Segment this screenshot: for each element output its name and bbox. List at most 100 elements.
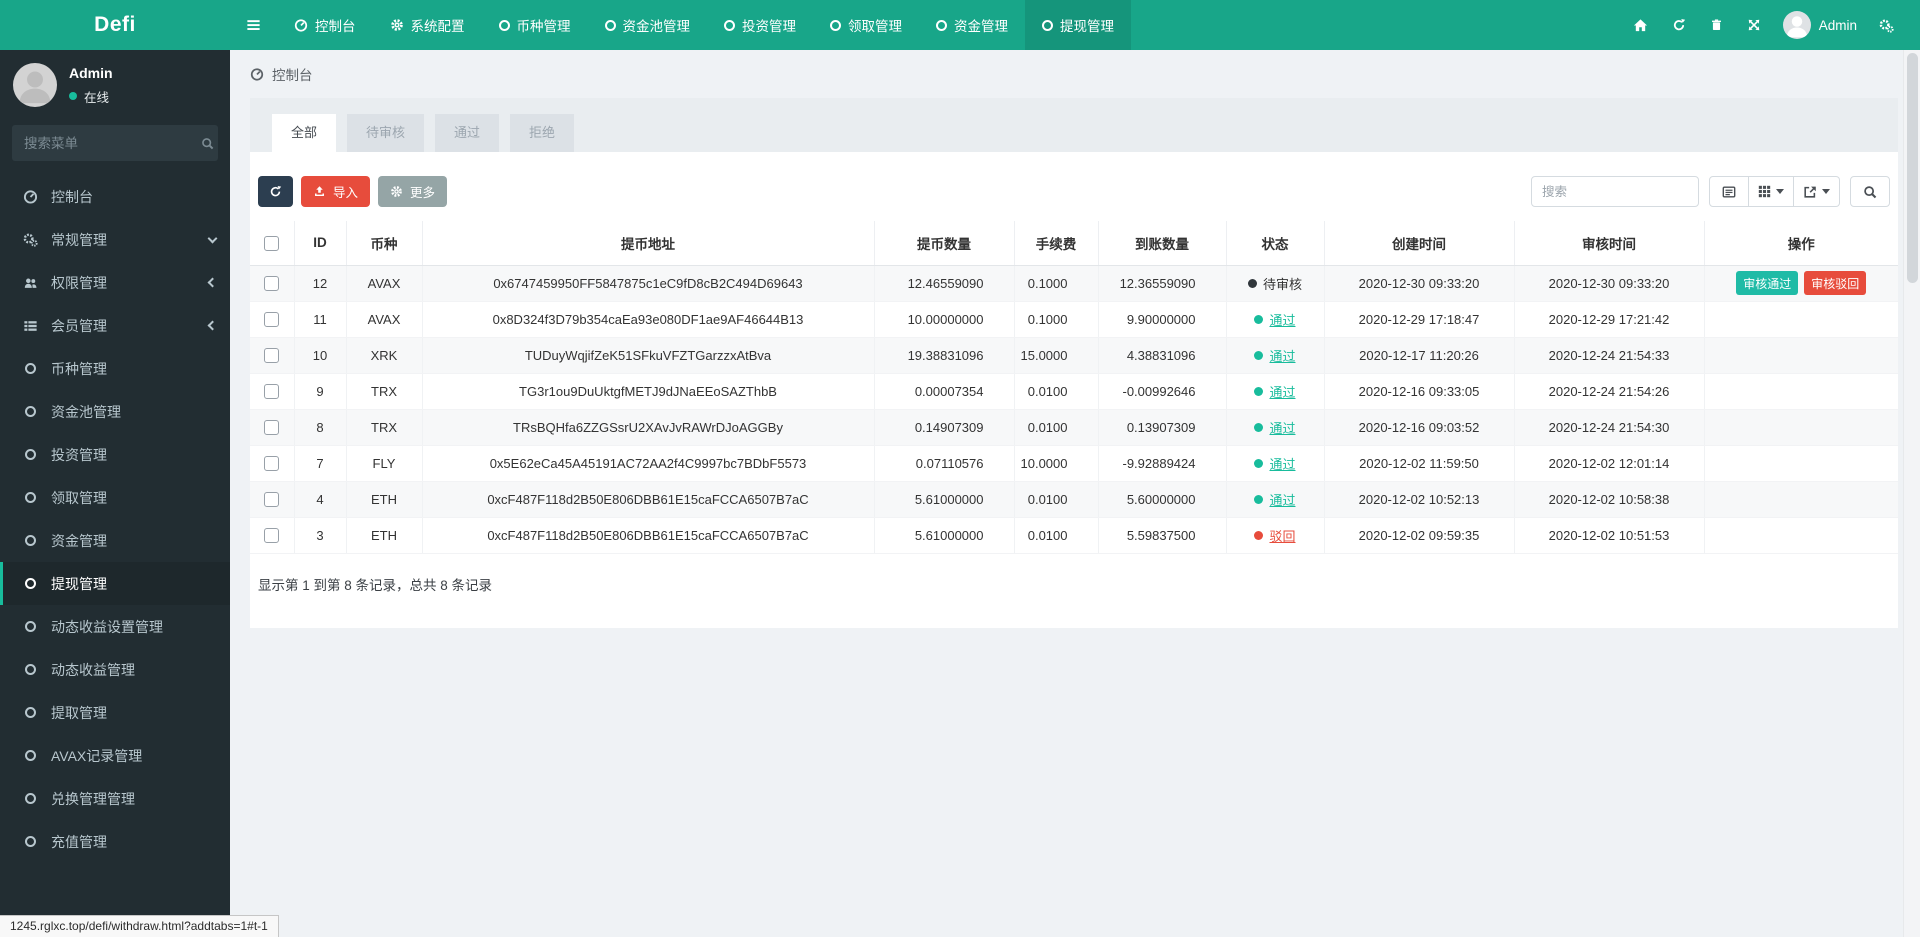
sidebar-item-label: 控制台 — [51, 188, 93, 205]
sidebar-item-recharge-mgmt[interactable]: 充值管理 — [0, 820, 230, 863]
approve-button[interactable]: 审核通过 — [1736, 271, 1799, 295]
cell-id: 12 — [294, 265, 347, 302]
status-dot-icon — [1254, 458, 1264, 468]
cell-coin: AVAX — [346, 301, 423, 338]
sidebar-item-label: 权限管理 — [51, 274, 107, 291]
row-checkbox[interactable] — [264, 528, 280, 544]
sidebar-item-coin-mgmt[interactable]: 币种管理 — [0, 347, 230, 390]
status-link[interactable]: 通过 — [1269, 382, 1295, 401]
row-checkbox[interactable] — [264, 384, 280, 400]
circle-icon — [20, 664, 40, 675]
trash-icon[interactable] — [1698, 0, 1735, 50]
sidebar-search — [12, 125, 218, 161]
nav-item-withdraw-mgmt[interactable]: 提现管理 — [1025, 0, 1131, 50]
cell-amount: 0.07110576 — [874, 445, 1015, 482]
refresh-button[interactable] — [258, 176, 293, 207]
sidebar-item-dynamic-income-settings[interactable]: 动态收益设置管理 — [0, 605, 230, 648]
sidebar-user-name: Admin — [69, 64, 113, 81]
table-search-input[interactable] — [1531, 176, 1699, 207]
status-link[interactable]: 通过 — [1269, 418, 1295, 437]
cell-fee: 0.0100 — [1014, 517, 1099, 554]
sidebar-item-general-mgmt[interactable]: 常规管理 — [0, 218, 230, 261]
sidebar-toggle-button[interactable] — [230, 0, 277, 50]
more-button[interactable]: 更多 — [378, 176, 448, 207]
export-button[interactable] — [1794, 176, 1840, 207]
view-button-group — [1709, 176, 1840, 207]
table-panel: 导入 更多 搜索 ID 币种 提币地址 提币数量 手续费 到账数量 状态 创建时… — [250, 152, 1898, 628]
tab-pending[interactable]: 待审核 — [347, 114, 425, 152]
columns-button[interactable] — [1749, 176, 1794, 207]
status-link[interactable]: 驳回 — [1269, 526, 1295, 545]
nav-item-dashboard[interactable]: 控制台 — [277, 0, 373, 50]
row-checkbox[interactable] — [264, 492, 280, 508]
sidebar-item-extract-mgmt[interactable]: 提取管理 — [0, 691, 230, 734]
sidebar-item-avax-record-mgmt[interactable]: AVAX记录管理 — [0, 734, 230, 777]
status-link[interactable]: 通过 — [1269, 454, 1295, 473]
caret-down-icon — [1822, 189, 1830, 194]
sidebar-item-dashboard[interactable]: 控制台 — [0, 175, 230, 218]
tab-all[interactable]: 全部 — [272, 114, 337, 152]
home-icon[interactable] — [1621, 0, 1660, 50]
nav-item-invest-mgmt[interactable]: 投资管理 — [707, 0, 813, 50]
cell-coin: TRX — [346, 409, 423, 446]
sidebar-item-label: 动态收益设置管理 — [51, 618, 163, 635]
cell-fee: 15.0000 — [1014, 337, 1099, 374]
advanced-search-button[interactable] — [1850, 176, 1890, 207]
nav-item-pool-mgmt[interactable]: 资金池管理 — [588, 0, 708, 50]
row-checkbox[interactable] — [264, 420, 280, 436]
nav-item-claim-mgmt[interactable]: 领取管理 — [813, 0, 919, 50]
detail-view-button[interactable] — [1709, 176, 1749, 207]
status-link[interactable]: 通过 — [1269, 310, 1295, 329]
row-checkbox[interactable] — [264, 312, 280, 328]
sidebar-item-label: 常规管理 — [51, 231, 107, 248]
scrollbar-thumb[interactable] — [1906, 53, 1918, 283]
cell-address: 0x8D324f3D79b354caEa93e080DF1ae9AF46644B… — [422, 301, 875, 338]
settings-gears-icon[interactable] — [1867, 0, 1906, 50]
sidebar-item-label: 提现管理 — [51, 575, 107, 592]
app-logo[interactable]: Defi — [0, 0, 230, 50]
row-checkbox[interactable] — [264, 276, 280, 292]
select-all-header — [250, 221, 295, 266]
cell-created: 2020-12-02 10:52:13 — [1324, 481, 1515, 518]
circle-icon — [20, 535, 40, 546]
row-checkbox[interactable] — [264, 456, 280, 472]
circle-icon — [20, 363, 40, 374]
sidebar-item-invest-mgmt[interactable]: 投资管理 — [0, 433, 230, 476]
status-dot-icon — [1254, 422, 1264, 432]
sidebar-item-permission-mgmt[interactable]: 权限管理 — [0, 261, 230, 304]
cell-receive: -0.00992646 — [1098, 373, 1227, 410]
sidebar-item-withdraw-mgmt[interactable]: 提现管理 — [0, 562, 230, 605]
sidebar-search-input[interactable] — [24, 135, 201, 151]
sidebar-item-fund-mgmt[interactable]: 资金管理 — [0, 519, 230, 562]
sidebar-item-exchange-mgmt[interactable]: 兑换管理管理 — [0, 777, 230, 820]
row-checkbox[interactable] — [264, 348, 280, 364]
cell-id: 11 — [294, 301, 347, 338]
cell-coin: TRX — [346, 373, 423, 410]
sidebar-item-dynamic-income-mgmt[interactable]: 动态收益管理 — [0, 648, 230, 691]
header-coin: 币种 — [346, 221, 423, 266]
user-menu[interactable]: Admin — [1773, 11, 1867, 39]
fullscreen-icon[interactable] — [1735, 0, 1773, 50]
nav-item-fund-mgmt[interactable]: 资金管理 — [919, 0, 1025, 50]
cell-fee: 0.1000 — [1014, 265, 1099, 302]
status-dot-icon — [1247, 278, 1257, 288]
vertical-scrollbar[interactable] — [1903, 50, 1920, 937]
circle-icon — [724, 19, 735, 31]
sidebar-item-member-mgmt[interactable]: 会员管理 — [0, 304, 230, 347]
refresh-icon[interactable] — [1660, 0, 1698, 50]
tab-passed[interactable]: 通过 — [435, 114, 500, 152]
top-navbar: Defi 控制台 系统配置 币种管理 资金池管理 投资管理 领取管理 资金管理 … — [0, 0, 1920, 50]
tab-rejected[interactable]: 拒绝 — [510, 114, 575, 152]
chevron-left-icon — [207, 277, 218, 288]
status-dot-icon — [1254, 350, 1264, 360]
sidebar-item-pool-mgmt[interactable]: 资金池管理 — [0, 390, 230, 433]
nav-item-system-config[interactable]: 系统配置 — [373, 0, 482, 50]
select-all-checkbox[interactable] — [264, 235, 280, 251]
nav-item-coin-mgmt[interactable]: 币种管理 — [482, 0, 588, 50]
sidebar-item-claim-mgmt[interactable]: 领取管理 — [0, 476, 230, 519]
sidebar-item-label: 资金管理 — [51, 532, 107, 549]
reject-button[interactable]: 审核驳回 — [1804, 271, 1867, 295]
import-button[interactable]: 导入 — [301, 176, 371, 207]
status-link[interactable]: 通过 — [1269, 490, 1295, 509]
status-link[interactable]: 通过 — [1269, 346, 1295, 365]
